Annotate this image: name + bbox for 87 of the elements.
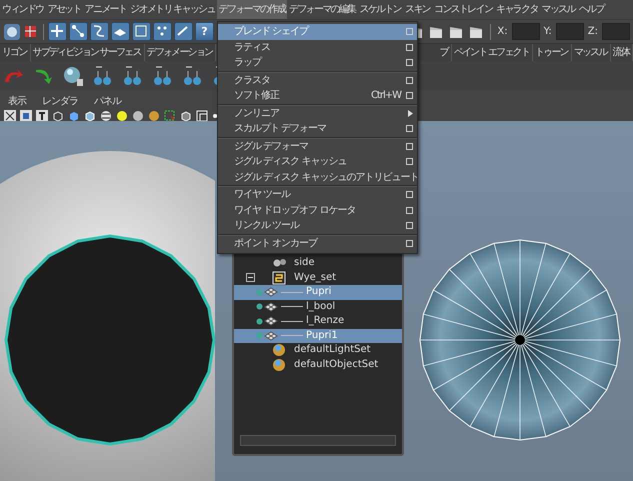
- sphere-icon: [272, 358, 286, 372]
- panel-menu-item[interactable]: 表示: [8, 94, 26, 109]
- menu-item[interactable]: デフォーマの作成: [216, 0, 288, 19]
- option-box-icon[interactable]: [406, 92, 413, 100]
- menu-item[interactable]: ポイント オンカーブ: [218, 236, 417, 251]
- sphere-icon[interactable]: [62, 65, 84, 87]
- status-dot-icon: [256, 288, 263, 296]
- tool-icon[interactable]: [153, 22, 172, 41]
- option-box-icon[interactable]: [406, 191, 413, 198]
- mesh-icon: [264, 300, 278, 314]
- tool-icon[interactable]: [174, 22, 193, 41]
- light-sphere-icon[interactable]: [132, 110, 144, 122]
- mesh-icon: [264, 314, 278, 328]
- status-dot-icon: [256, 332, 263, 340]
- select-tool-icon[interactable]: [3, 22, 21, 40]
- menu-item[interactable]: ラップ: [218, 55, 417, 70]
- checker-sphere-icon[interactable]: [100, 110, 112, 122]
- coordinate-label: Z:: [588, 25, 598, 39]
- option-box-icon[interactable]: [406, 158, 413, 166]
- menu-item[interactable]: デフォーマの編集: [287, 0, 358, 19]
- text-tool-icon[interactable]: [36, 110, 48, 122]
- mesh-icon: [264, 285, 278, 300]
- menu-item[interactable]: リンクル ツール: [218, 218, 417, 234]
- menu-item[interactable]: コンストレイン: [432, 0, 494, 19]
- menu-item[interactable]: スカルプト デフォーマ: [218, 121, 417, 136]
- option-box-icon[interactable]: [406, 44, 413, 51]
- light-sphere-icon[interactable]: [116, 110, 128, 122]
- menu-item[interactable]: クラスタ: [218, 72, 417, 88]
- tool-icon[interactable]: [48, 22, 67, 41]
- outliner-item[interactable]: defaultObjectSet: [234, 358, 402, 372]
- joint-cluster-icon[interactable]: [182, 65, 204, 87]
- tool-icon[interactable]: [69, 22, 88, 41]
- collapse-toggle-icon[interactable]: [246, 273, 255, 282]
- coordinate-field[interactable]: [556, 23, 584, 40]
- panel-menu-item[interactable]: レンダラ: [42, 94, 78, 109]
- panel-menu-item[interactable]: パネル: [94, 94, 121, 109]
- option-box-icon[interactable]: [406, 76, 413, 84]
- coordinate-field[interactable]: [512, 23, 540, 40]
- menu-item[interactable]: ソフト修正 Ctrl+W: [218, 88, 417, 104]
- menu-item[interactable]: マッスル: [540, 0, 577, 19]
- tool-icon[interactable]: [132, 22, 151, 41]
- outliner-item[interactable]: side: [234, 256, 402, 270]
- option-box-icon[interactable]: [406, 59, 413, 66]
- help-button[interactable]: ?: [195, 22, 214, 41]
- sphere-icon: [272, 343, 286, 358]
- menu-item[interactable]: キャラクタ: [494, 0, 540, 19]
- horizontal-scrollbar[interactable]: [240, 435, 396, 446]
- option-box-icon[interactable]: [406, 240, 413, 247]
- tool-icon[interactable]: [111, 22, 130, 41]
- menu-item[interactable]: ノンリニア: [218, 106, 417, 121]
- window-icon[interactable]: [196, 110, 208, 122]
- menu-item[interactable]: アニメート: [82, 0, 128, 19]
- option-box-icon[interactable]: [406, 142, 413, 150]
- set-icon: [272, 270, 286, 285]
- menu-item[interactable]: ワイヤ ドロップオフ ロケータ: [218, 202, 417, 218]
- coordinate-label: X:: [497, 25, 508, 39]
- menu-item[interactable]: ラティス: [218, 40, 417, 55]
- menu-item[interactable]: ジグル デフォーマ: [218, 138, 417, 154]
- option-box-icon[interactable]: [406, 125, 413, 132]
- joint-cluster-icon[interactable]: [152, 65, 174, 87]
- menu-item[interactable]: ジグル ディスク キャッシュ: [218, 154, 417, 170]
- menu-item[interactable]: ウィンドウ: [0, 0, 46, 19]
- menu-item[interactable]: スキン: [403, 0, 432, 19]
- menu-item[interactable]: ワイヤ ツール: [218, 187, 417, 202]
- joint-cluster-icon[interactable]: [122, 65, 144, 87]
- coordinate-label: Y:: [544, 25, 552, 39]
- menu-item[interactable]: アセット: [46, 0, 83, 19]
- wireframe-cube-icon[interactable]: [52, 110, 64, 122]
- option-box-icon[interactable]: [406, 206, 413, 214]
- shortcut-label: Ctrl+W: [370, 89, 401, 103]
- option-box-icon[interactable]: [406, 222, 413, 230]
- status-dot-icon: [256, 303, 263, 310]
- outliner-item[interactable]: Wye_set: [234, 270, 402, 285]
- menu-item[interactable]: スケルトン: [358, 0, 404, 19]
- outliner-item[interactable]: l_Renze: [234, 314, 402, 328]
- joint-cluster-icon[interactable]: [92, 65, 114, 87]
- menu-item[interactable]: ヘルプ: [576, 0, 606, 19]
- cursor-icon[interactable]: [164, 110, 176, 122]
- menu-item[interactable]: ジオメトリ キャッシュ: [128, 0, 217, 19]
- menu-item[interactable]: ジグル ディスク キャッシュのアトリビュート: [218, 170, 417, 185]
- light-sphere-icon[interactable]: [148, 110, 160, 122]
- outliner-item[interactable]: defaultLightSet: [234, 343, 402, 358]
- status-dot-icon: [256, 318, 263, 325]
- mesh-icon: [264, 328, 278, 343]
- coordinate-field[interactable]: [602, 23, 630, 40]
- outliner-item[interactable]: l_bool: [234, 300, 402, 314]
- tool-icon[interactable]: [90, 22, 109, 41]
